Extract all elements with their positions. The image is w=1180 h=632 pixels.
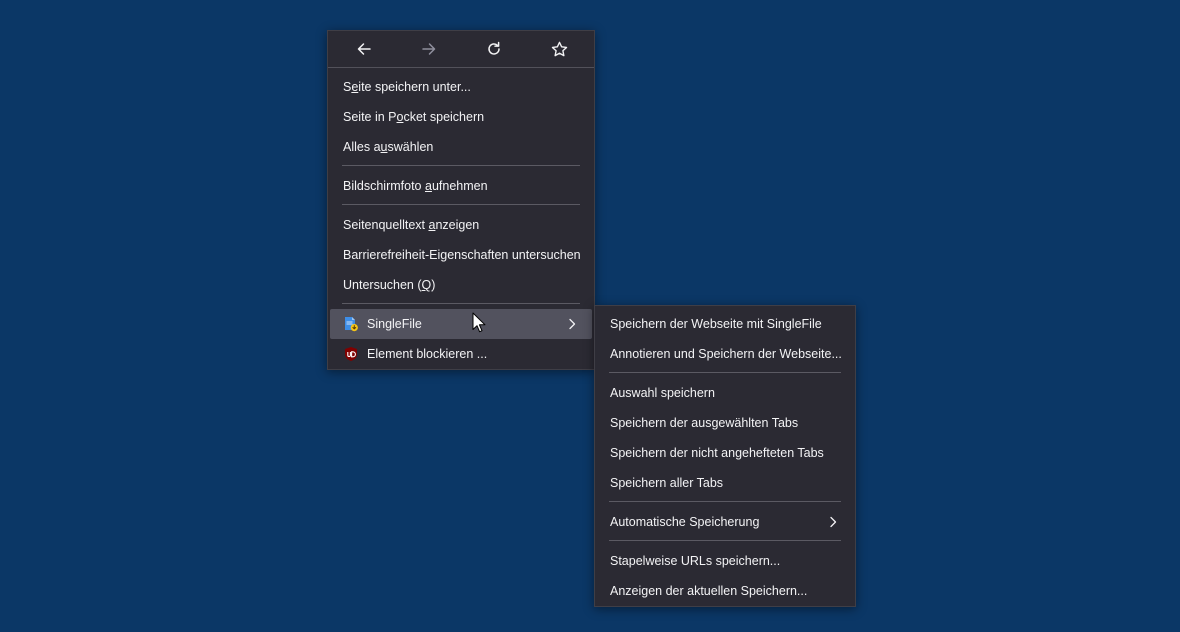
separator [342,165,580,166]
arrow-left-icon [357,43,371,55]
label: nzeigen [435,218,480,232]
block-element-item[interactable]: Element blockieren ... [330,339,592,369]
auto-save-label: Automatische Speicherung [610,515,760,529]
view-pending-saves-item[interactable]: Anzeigen der aktuellen Speichern... [597,576,853,606]
chevron-right-icon [830,516,837,528]
inspect-item[interactable]: Untersuchen (Q) [330,270,592,300]
accesskey: Q [421,278,432,292]
mouse-cursor-icon [472,312,486,333]
save-selection-item[interactable]: Auswahl speichern [597,378,853,408]
annotate-save-item[interactable]: Annotieren und Speichern der Webseite... [597,339,853,369]
save-to-pocket-item[interactable]: Seite in Pocket speichern [330,102,592,132]
save-page-singlefile-item[interactable]: Speichern der Webseite mit SingleFile [597,309,853,339]
save-selected-tabs-item[interactable]: Speichern der ausgewählten Tabs [597,408,853,438]
label: cket speichern [403,110,485,124]
star-icon [551,41,567,56]
label: Alles a [343,140,381,154]
separator [342,204,580,205]
label: ufnehmen [431,179,488,193]
view-source-item[interactable]: Seitenquelltext anzeigen [330,210,592,240]
singlefile-icon [345,317,358,332]
arrow-right-icon [422,43,436,55]
label: Untersuchen ( [343,278,422,292]
singlefile-submenu: Speichern der Webseite mit SingleFile An… [594,305,856,607]
label: Seitenquelltext [343,218,429,232]
separator [342,303,580,304]
auto-save-item[interactable]: Automatische Speicherung [597,507,853,537]
separator [609,372,841,373]
back-button[interactable] [349,35,379,63]
ublock-origin-icon [345,347,357,361]
batch-save-urls-item[interactable]: Stapelweise URLs speichern... [597,546,853,576]
reload-icon [488,41,500,55]
navigation-row [328,31,594,67]
save-unpinned-tabs-item[interactable]: Speichern der nicht angehefteten Tabs [597,438,853,468]
separator [609,540,841,541]
label: ite speichern unter... [358,80,471,94]
separator [609,501,841,502]
label: ) [431,278,436,292]
block-element-label: Element blockieren ... [367,347,488,361]
label: Bildschirmfoto [343,179,425,193]
bookmark-button[interactable] [544,35,574,63]
chevron-right-icon [569,318,576,330]
save-all-tabs-item[interactable]: Speichern aller Tabs [597,468,853,498]
context-menu: Seite speichern unter... Seite in Pocket… [327,30,595,370]
singlefile-item[interactable]: SingleFile [330,309,592,339]
select-all-item[interactable]: Alles auswählen [330,132,592,162]
label: Seite in P [343,110,397,124]
accesskey: a [424,179,432,193]
reload-button[interactable] [479,35,509,63]
forward-button[interactable] [414,35,444,63]
take-screenshot-item[interactable]: Bildschirmfoto aufnehmen [330,171,592,201]
save-page-as-item[interactable]: Seite speichern unter... [330,72,592,102]
singlefile-label: SingleFile [367,317,422,331]
inspect-accessibility-item[interactable]: Barrierefreiheit-Eigenschaften untersuch… [330,240,592,270]
label: swählen [387,140,434,154]
separator [328,67,594,68]
